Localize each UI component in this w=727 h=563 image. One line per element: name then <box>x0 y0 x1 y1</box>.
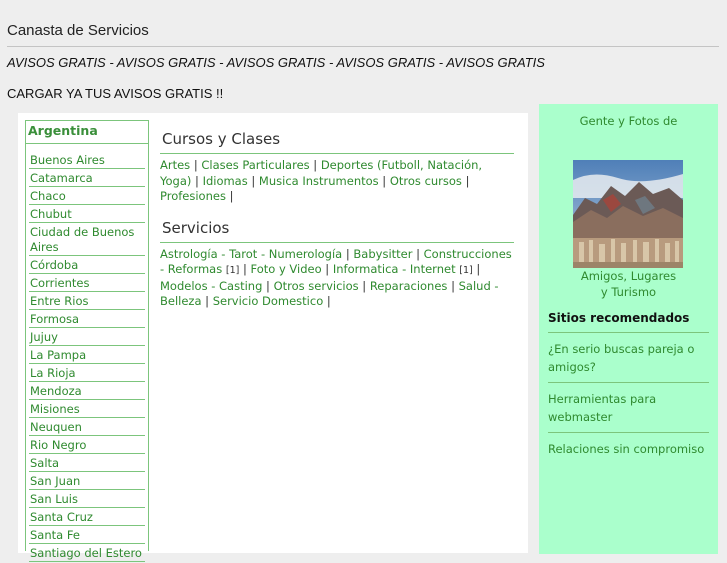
category-link[interactable]: Clases Particulares <box>201 158 309 172</box>
province-link[interactable]: San Juan <box>29 473 145 489</box>
province-link[interactable]: Jujuy <box>29 329 145 345</box>
province-item: La Rioja <box>29 365 145 382</box>
province-item: Santa Cruz <box>29 509 145 526</box>
title-divider <box>7 46 719 47</box>
province-link[interactable]: Buenos Aires <box>29 152 145 168</box>
photo-caption-line[interactable]: Amigos, Lugares <box>539 268 718 284</box>
province-item: Buenos Aires <box>29 152 145 169</box>
province-item: Córdoba <box>29 257 145 274</box>
province-link[interactable]: Santa Fe <box>29 527 145 543</box>
province-item: Jujuy <box>29 329 145 346</box>
province-item: Salta <box>29 455 145 472</box>
province-item: Neuquen <box>29 419 145 436</box>
category-link[interactable]: Servicio Domestico <box>213 294 324 308</box>
recommended-sites-list: ¿En serio buscas pareja o amigos? Herrami… <box>548 332 709 464</box>
province-link[interactable]: Misiones <box>29 401 145 417</box>
section-title: Cursos y Clases <box>160 128 514 154</box>
category-link[interactable]: Otros servicios <box>274 279 359 293</box>
province-item: Corrientes <box>29 275 145 292</box>
province-link[interactable]: San Luis <box>29 491 145 507</box>
province-sidebar: Argentina Buenos Aires Catamarca Chaco Chub… <box>25 120 149 562</box>
province-item: Chaco <box>29 188 145 205</box>
province-link[interactable]: Córdoba <box>29 257 145 273</box>
category-link[interactable]: Idiomas <box>203 174 248 188</box>
recommended-link[interactable]: ¿En serio buscas pareja o amigos? <box>548 342 694 374</box>
province-item: La Pampa <box>29 347 145 364</box>
recommended-link[interactable]: Relaciones sin compromiso <box>548 442 704 456</box>
category-link[interactable]: Foto y Video <box>251 262 322 276</box>
province-link[interactable]: Santiago del Estero <box>29 545 145 561</box>
province-item: San Juan <box>29 473 145 490</box>
category-link[interactable]: Modelos - Casting <box>160 279 262 293</box>
gente-fotos-link[interactable]: Gente y Fotos de <box>539 114 718 128</box>
recommended-link[interactable]: Herramientas para webmaster <box>548 392 656 424</box>
recommended-item: Relaciones sin compromiso <box>548 433 709 464</box>
province-item: Santiago del Estero <box>29 545 145 562</box>
province-item: Catamarca <box>29 170 145 187</box>
province-link[interactable]: La Pampa <box>29 347 145 363</box>
recommended-item: Herramientas para webmaster <box>548 383 709 433</box>
listing-count: [1] <box>459 265 473 276</box>
province-link[interactable]: Formosa <box>29 311 145 327</box>
listing-count: [1] <box>225 265 240 276</box>
category-link[interactable]: Informatica - Internet <box>333 262 456 276</box>
province-item: Rio Negro <box>29 437 145 454</box>
province-item: Misiones <box>29 401 145 418</box>
category-link[interactable]: Otros cursos <box>390 174 462 188</box>
category-link[interactable]: Profesiones <box>160 189 226 203</box>
site-title: Canasta de Servicios <box>7 22 149 39</box>
landscape-photo[interactable] <box>573 160 683 268</box>
province-item: Santa Fe <box>29 527 145 544</box>
category-content: Cursos y Clases Artes | Clases Particular… <box>160 128 514 322</box>
province-link[interactable]: Corrientes <box>29 275 145 291</box>
province-link[interactable]: Entre Rios <box>29 293 145 309</box>
tagline: AVISOS GRATIS - AVISOS GRATIS - AVISOS G… <box>7 55 545 70</box>
category-link[interactable]: Astrología - Tarot - Numerología <box>160 247 342 261</box>
province-link[interactable]: Ciudad de Buenos Aires <box>29 224 145 255</box>
province-item: San Luis <box>29 491 145 508</box>
category-link[interactable]: Artes <box>160 158 190 172</box>
photo-caption[interactable]: Amigos, Lugares y Turismo <box>539 268 718 300</box>
province-link[interactable]: Chaco <box>29 188 145 204</box>
province-item: Ciudad de Buenos Aires <box>29 224 145 256</box>
province-link[interactable]: Santa Cruz <box>29 509 145 525</box>
province-item: Mendoza <box>29 383 145 400</box>
province-list: Buenos Aires Catamarca Chaco Chubut Ciudad d… <box>29 152 145 563</box>
province-item: Formosa <box>29 311 145 328</box>
section-title: Servicios <box>160 217 514 243</box>
recommended-sites-heading: Sitios recomendados <box>548 311 690 325</box>
province-item: Chubut <box>29 206 145 223</box>
category-link[interactable]: Babysitter <box>353 247 412 261</box>
province-link[interactable]: Salta <box>29 455 145 471</box>
province-link[interactable]: La Rioja <box>29 365 145 381</box>
cta-text: CARGAR YA TUS AVISOS GRATIS !! <box>7 86 224 101</box>
mountain-landscape-image <box>573 160 683 268</box>
right-sidebar: Gente y Fotos de Amigos, Lugares y Turis… <box>539 104 718 554</box>
category-link[interactable]: Reparaciones <box>370 279 448 293</box>
photo-caption-line[interactable]: y Turismo <box>539 284 718 300</box>
province-link[interactable]: Mendoza <box>29 383 145 399</box>
recommended-item: ¿En serio buscas pareja o amigos? <box>548 333 709 383</box>
province-item: Entre Rios <box>29 293 145 310</box>
province-link[interactable]: Catamarca <box>29 170 145 186</box>
province-link[interactable]: Rio Negro <box>29 437 145 453</box>
province-link[interactable]: Neuquen <box>29 419 145 435</box>
heading-divider <box>26 143 148 144</box>
category-links: Astrología - Tarot - Numerología | Babys… <box>160 246 512 309</box>
category-links: Artes | Clases Particulares | Deportes (… <box>160 158 483 203</box>
category-link[interactable]: Musica Instrumentos <box>259 174 379 188</box>
country-heading: Argentina <box>28 123 98 138</box>
province-link[interactable]: Chubut <box>29 206 145 222</box>
